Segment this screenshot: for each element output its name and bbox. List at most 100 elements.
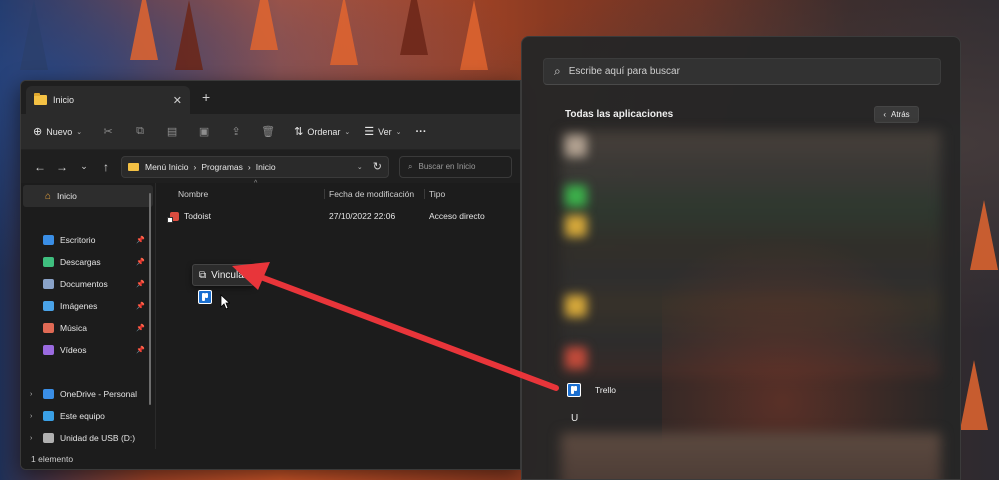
forward-arrow-icon[interactable]: → (51, 160, 73, 174)
table-row[interactable]: Todoist 27/10/2022 22:06 Acceso directo (156, 205, 520, 227)
sidebar-item-label: Documentos (60, 279, 108, 289)
breadcrumb-item[interactable]: Programas (201, 162, 243, 172)
explorer-content: ⌂ Inicio Escritorio 📌 Descargas 📌 Documentos… (21, 180, 520, 449)
sidebar-item-label: Este equipo (60, 411, 105, 421)
column-header-type[interactable]: Tipo (424, 189, 445, 199)
recent-chevron-icon[interactable]: ⌄ (73, 161, 95, 172)
navigation-pane: ⌂ Inicio Escritorio 📌 Descargas 📌 Documentos… (21, 183, 156, 449)
share-icon[interactable]: ⇪ (230, 126, 242, 138)
breadcrumb-item[interactable]: Inicio (256, 162, 276, 172)
sidebar-item-pictures[interactable]: Imágenes 📌 (21, 295, 155, 317)
videos-icon (43, 345, 54, 355)
expand-chevron-icon[interactable]: › (30, 413, 32, 420)
refresh-icon[interactable]: ↻ (373, 160, 382, 173)
sidebar-item-computer[interactable]: › Este equipo (21, 405, 155, 427)
tab-title: Inicio (53, 95, 75, 105)
address-dropdown-icon[interactable]: ⌄ (357, 163, 363, 171)
search-icon: ⌕ (408, 161, 413, 171)
trello-icon (567, 383, 581, 397)
folder-icon (128, 162, 139, 171)
todoist-shortcut-icon (167, 211, 179, 223)
start-menu: ⌕ Escribe aquí para buscar Todas las apl… (521, 36, 961, 480)
letter-group-header[interactable]: U (571, 413, 578, 424)
wallpaper-tree (250, 0, 278, 50)
chevron-down-icon: ⌄ (395, 128, 402, 136)
sidebar-separator (21, 207, 155, 229)
sidebar-item-onedrive[interactable]: › OneDrive - Personal (21, 383, 155, 405)
sidebar-item-label: Descargas (60, 257, 101, 267)
music-icon (43, 323, 54, 333)
more-options-button[interactable]: ··· (416, 126, 427, 138)
blurred-app-icon (565, 347, 587, 369)
start-search-input[interactable]: ⌕ Escribe aquí para buscar (543, 58, 941, 85)
status-bar: 1 elemento (21, 449, 520, 469)
drag-tooltip-label: Vincular (211, 269, 248, 281)
new-button[interactable]: ⊕ Nuevo ⌄ (33, 125, 82, 138)
sidebar-item-label: Unidad de USB (D:) (60, 433, 136, 443)
view-icon: ☰ (364, 126, 375, 138)
file-name-cell: Todoist (156, 211, 324, 223)
cut-icon[interactable]: ✂ (102, 126, 114, 138)
pin-icon: 📌 (136, 259, 145, 266)
sidebar-item-videos[interactable]: Vídeos 📌 (21, 339, 155, 361)
chevron-down-icon: ⌄ (76, 128, 83, 136)
sort-button[interactable]: ⇅ Ordenar ⌄ (294, 125, 350, 138)
sidebar-item-label: Inicio (57, 191, 77, 201)
sidebar-item-usb-drive[interactable]: › Unidad de USB (D:) (21, 427, 155, 449)
sidebar-item-music[interactable]: Música 📌 (21, 317, 155, 339)
app-item-trello[interactable]: Trello (567, 383, 616, 397)
pin-icon: 📌 (136, 237, 145, 244)
blurred-app-icon (565, 215, 587, 237)
file-date: 27/10/2022 22:06 (329, 211, 396, 221)
new-button-label: Nuevo (46, 126, 73, 137)
sidebar-separator (21, 361, 155, 383)
mouse-cursor-icon (220, 294, 230, 310)
back-button-label: Atrás (891, 110, 910, 119)
wallpaper-tree (20, 0, 48, 70)
sidebar-item-desktop[interactable]: Escritorio 📌 (21, 229, 155, 251)
view-button[interactable]: ☰ Ver ⌄ (364, 125, 401, 138)
back-arrow-icon[interactable]: ← (29, 160, 51, 174)
copy-icon[interactable]: ⧉ (134, 125, 146, 138)
app-item-label: Trello (595, 385, 616, 395)
column-headers: Nombre Fecha de modificación Tipo (156, 183, 520, 205)
search-input[interactable]: ⌕ Buscar en Inicio (399, 155, 512, 178)
search-icon: ⌕ (554, 64, 561, 78)
paste-icon[interactable]: ▤ (166, 126, 178, 138)
wallpaper-tree (330, 0, 358, 65)
item-count: 1 elemento (31, 454, 74, 464)
add-circle-icon: ⊕ (33, 126, 43, 138)
sidebar-item-download[interactable]: Descargas 📌 (21, 251, 155, 273)
sidebar-item-label: Imágenes (60, 301, 98, 311)
new-tab-button[interactable]: + (202, 89, 210, 105)
sidebar-scrollbar[interactable] (149, 193, 151, 405)
close-tab-icon[interactable]: ✕ (173, 94, 182, 107)
expand-chevron-icon[interactable]: › (30, 391, 32, 398)
chevron-left-icon: ‹ (883, 110, 886, 119)
delete-icon[interactable]: 🗑 (261, 126, 275, 138)
column-header-date[interactable]: Fecha de modificación (324, 189, 424, 199)
download-icon (43, 257, 54, 267)
pin-icon: 📌 (136, 303, 145, 310)
command-bar: ⊕ Nuevo ⌄ ✂ ⧉ ▤ ▣ ⇪ 🗑 ⇅ Ordenar ⌄ ☰ Ver … (21, 114, 520, 150)
expand-chevron-icon[interactable]: › (30, 435, 32, 442)
sidebar-item-inicio[interactable]: ⌂ Inicio (23, 185, 153, 207)
back-button[interactable]: ‹ Atrás (874, 106, 919, 123)
breadcrumb-item[interactable]: Menú Inicio (145, 162, 188, 172)
wallpaper-tree (960, 360, 988, 430)
breadcrumb-separator: › (193, 161, 197, 172)
sidebar-item-label: Escritorio (60, 235, 96, 245)
column-header-name[interactable]: Nombre (156, 189, 324, 199)
rename-icon[interactable]: ▣ (198, 126, 210, 138)
documents-icon (43, 279, 54, 289)
address-bar[interactable]: Menú Inicio › Programas › Inicio ⌄ ↻ (121, 155, 389, 178)
chevron-down-icon: ⌄ (344, 128, 351, 136)
blurred-app-icon (565, 295, 587, 317)
sidebar-item-documents[interactable]: Documentos 📌 (21, 273, 155, 295)
tab-bar: Inicio ✕ + (21, 81, 520, 114)
folder-icon (34, 93, 47, 105)
pin-icon: 📌 (136, 281, 145, 288)
tab-inicio[interactable]: Inicio ✕ (26, 86, 190, 114)
up-arrow-icon[interactable]: ↑ (95, 160, 117, 174)
blurred-app-list (561, 433, 941, 479)
